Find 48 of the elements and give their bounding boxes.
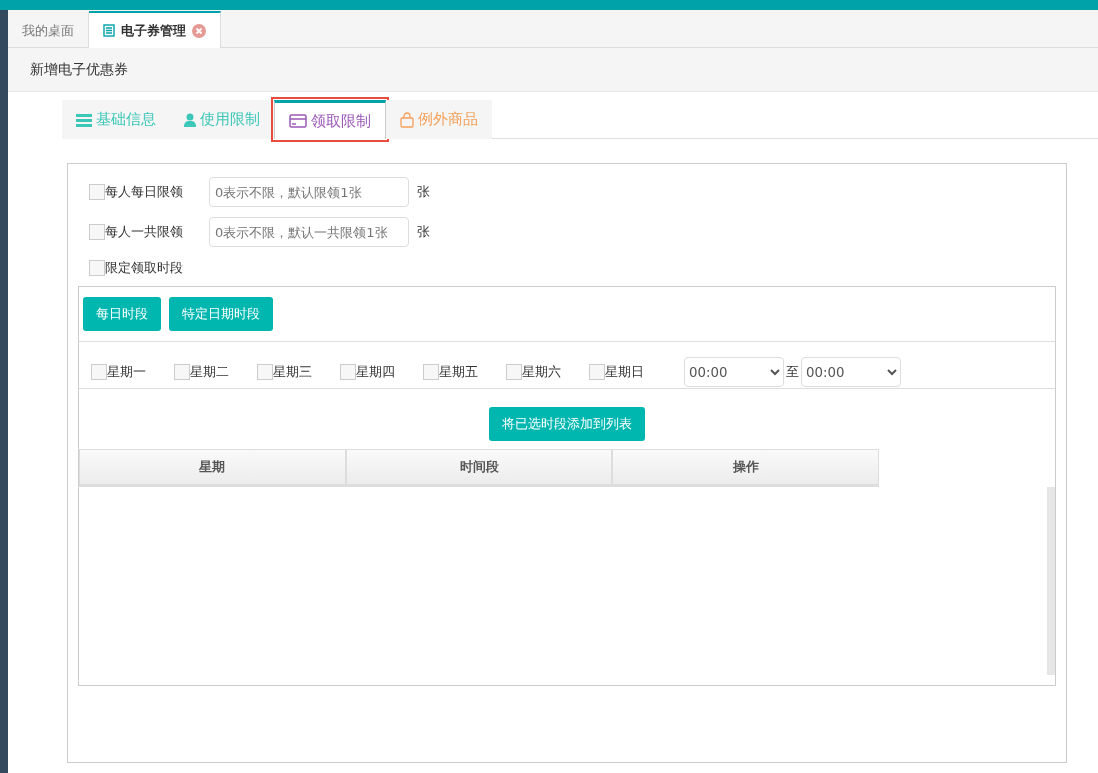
- page-tab[interactable]: 电子券管理: [89, 11, 221, 48]
- form-tab[interactable]: 例外商品: [386, 100, 492, 139]
- tab-label: 电子券管理: [121, 21, 186, 40]
- weekday-label: 星期一: [107, 363, 146, 381]
- checkbox[interactable]: [506, 364, 522, 380]
- form-tab[interactable]: 领取限制: [274, 100, 386, 139]
- weekday-label: 星期四: [356, 363, 395, 381]
- form-tab[interactable]: 使用限制: [170, 100, 274, 139]
- scrollbar[interactable]: [1047, 487, 1055, 675]
- column-header: 时间段: [345, 449, 613, 484]
- checkbox[interactable]: [89, 184, 105, 200]
- separator-label: 至: [786, 363, 799, 381]
- checkbox[interactable]: [340, 364, 356, 380]
- weekday-label: 星期六: [522, 363, 561, 381]
- credit-card-icon: [289, 114, 307, 128]
- checkbox[interactable]: [89, 260, 105, 276]
- checkbox[interactable]: [174, 364, 190, 380]
- column-header: 操作: [612, 449, 879, 484]
- checkbox-label: 限定领取时段: [105, 259, 184, 277]
- period-button[interactable]: 特定日期时段: [169, 297, 273, 331]
- unit-label: 张: [417, 223, 430, 241]
- input-field[interactable]: 0表示不限，默认一共限领1张: [209, 217, 409, 247]
- time-select[interactable]: 00:00: [801, 357, 901, 387]
- close-icon[interactable]: [192, 23, 206, 38]
- checkbox[interactable]: [589, 364, 605, 380]
- checkbox[interactable]: [423, 364, 439, 380]
- checkbox-label: 每人每日限领: [105, 183, 184, 201]
- weekday-label: 星期五: [439, 363, 478, 381]
- checkbox[interactable]: [89, 224, 105, 240]
- document-icon: [103, 24, 115, 37]
- page-title: 新增电子优惠券: [30, 60, 128, 79]
- user-icon: [184, 112, 196, 127]
- weekday-label: 星期三: [273, 363, 312, 381]
- shopping-bag-icon: [400, 111, 414, 128]
- weekday-label: 星期二: [190, 363, 229, 381]
- add-to-list-button[interactable]: 将已选时段添加到列表: [489, 407, 645, 441]
- period-button[interactable]: 每日时段: [83, 297, 161, 331]
- tab-label: 我的桌面: [22, 21, 74, 40]
- column-header: 星期: [79, 449, 346, 484]
- time-select[interactable]: 00:00: [684, 357, 784, 387]
- weekday-label: 星期日: [605, 363, 644, 381]
- checkbox[interactable]: [91, 364, 107, 380]
- checkbox[interactable]: [257, 364, 273, 380]
- form-tab[interactable]: 基础信息: [62, 100, 170, 139]
- input-field[interactable]: 0表示不限，默认限领1张: [209, 177, 409, 207]
- list-icon: [76, 112, 92, 127]
- unit-label: 张: [417, 183, 430, 201]
- checkbox-label: 每人一共限领: [105, 223, 184, 241]
